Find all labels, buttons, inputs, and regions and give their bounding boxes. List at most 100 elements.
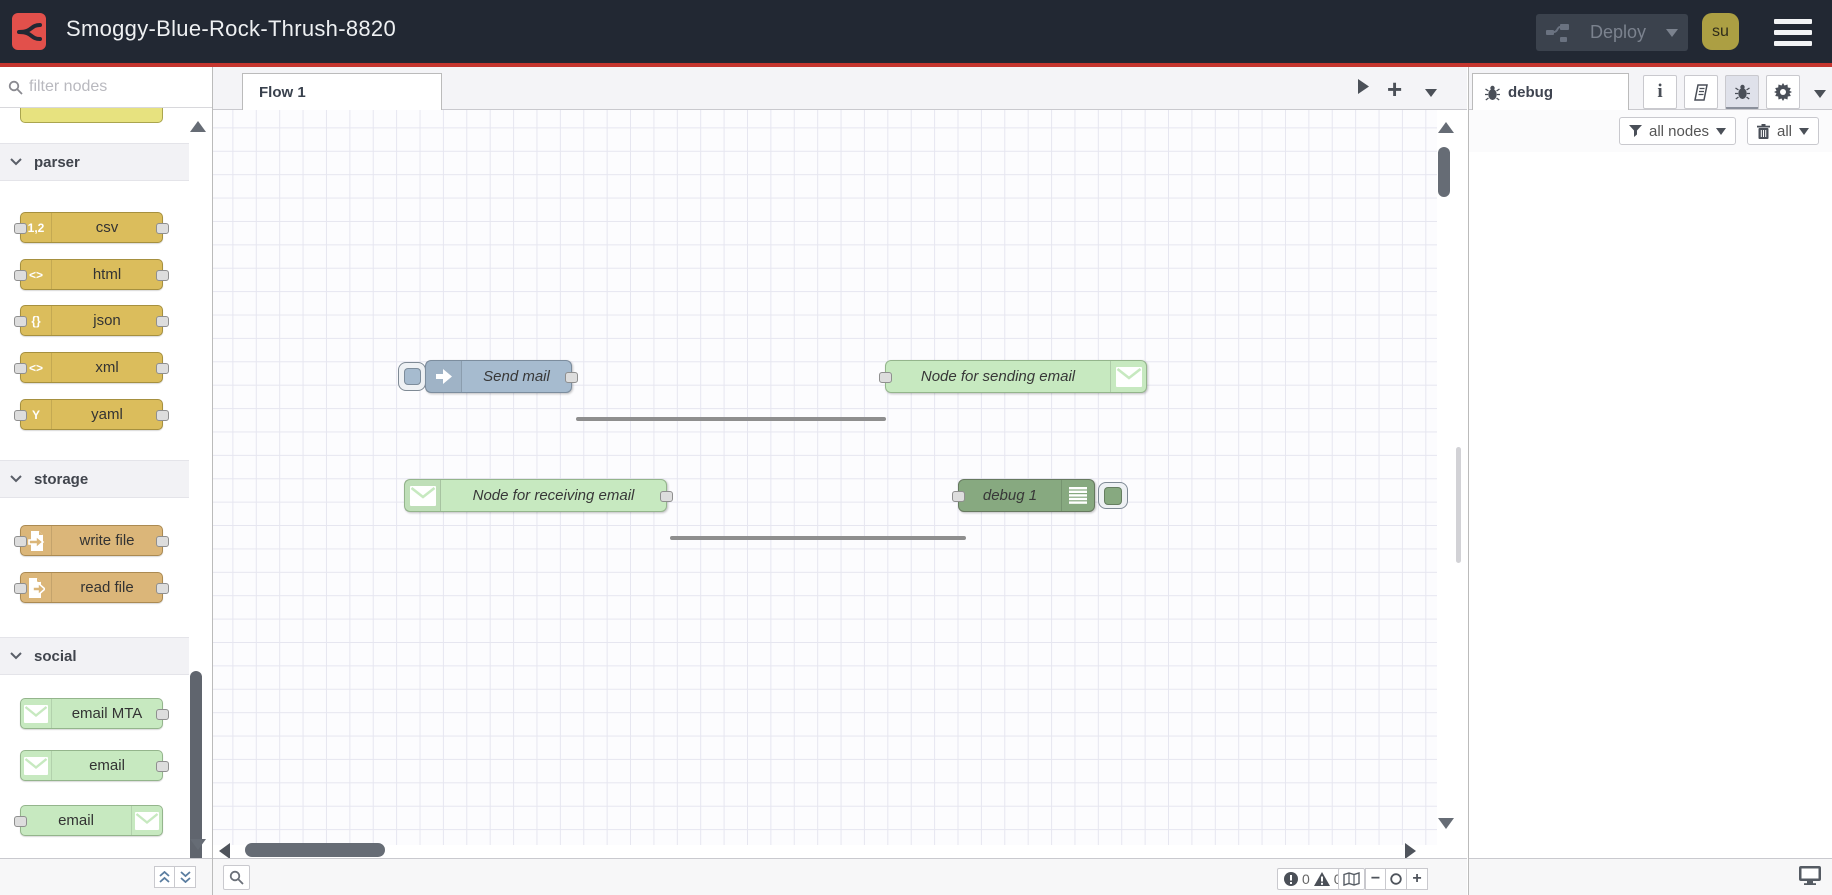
node-port[interactable]	[14, 816, 27, 827]
node-port[interactable]	[156, 536, 169, 547]
node-input-port[interactable]	[879, 372, 892, 383]
zoom-in-button[interactable]: +	[1407, 868, 1428, 890]
palette-node-read-file[interactable]: read file	[14, 572, 169, 603]
user-avatar[interactable]: su	[1702, 13, 1739, 50]
debug-messages-panel	[1469, 152, 1832, 858]
canvas-scroll-right-arrow[interactable]	[1405, 843, 1416, 859]
open-debug-window-button[interactable]	[1799, 866, 1821, 885]
gear-icon	[1774, 83, 1792, 101]
palette-scrollbar-thumb[interactable]	[190, 671, 202, 858]
palette-node-html[interactable]: <> html	[14, 259, 169, 290]
palette-filter-input[interactable]	[29, 78, 189, 96]
inject-trigger-button[interactable]	[398, 362, 426, 391]
bug-icon	[1734, 84, 1750, 100]
error-icon	[1284, 872, 1298, 886]
node-red-logo-icon	[12, 13, 46, 50]
palette-node-csv[interactable]: 1,2 csv	[14, 212, 169, 243]
node-output-port[interactable]	[565, 372, 578, 383]
palette-node-yaml[interactable]: Y yaml	[14, 399, 169, 430]
palette-node-write-file[interactable]: write file	[14, 525, 169, 556]
palette-node-email-mta[interactable]: email MTA	[20, 698, 169, 729]
palette-node-email-out[interactable]: email	[14, 805, 163, 836]
debug-filter-row: all nodes all	[1469, 110, 1832, 152]
zoom-out-button[interactable]: −	[1365, 868, 1386, 890]
node-palette: parser 1,2 csv <> html {} json	[0, 67, 213, 895]
node-port[interactable]	[14, 316, 27, 327]
node-port[interactable]	[156, 223, 169, 234]
flow-node-send-mail[interactable]: Send mail	[425, 360, 578, 393]
wire[interactable]	[670, 536, 966, 540]
node-port[interactable]	[156, 761, 169, 772]
tab-flow-1[interactable]: Flow 1	[242, 73, 442, 111]
node-output-port[interactable]	[660, 491, 673, 502]
chevron-down-icon	[10, 475, 22, 483]
debug-list-icon	[1061, 480, 1094, 511]
envelope-icon	[21, 699, 52, 728]
main-menu-button[interactable]	[1774, 19, 1814, 46]
debug-sidebar: debug i all nodes all	[1468, 67, 1832, 895]
add-flow-button[interactable]: +	[1387, 74, 1402, 105]
node-input-port[interactable]	[952, 491, 965, 502]
inject-arrow-icon	[426, 361, 462, 392]
palette-scroll-down-arrow[interactable]	[190, 839, 206, 850]
filter-funnel-icon	[1629, 125, 1642, 137]
tab-scroll-right-button[interactable]	[1357, 78, 1370, 95]
node-port[interactable]	[156, 583, 169, 594]
node-port[interactable]	[14, 410, 27, 421]
canvas-search-button[interactable]	[223, 865, 250, 890]
info-icon: i	[1657, 81, 1663, 102]
palette-category-parser[interactable]: parser	[0, 143, 189, 181]
palette-node-json[interactable]: {} json	[14, 305, 169, 336]
palette-search-box[interactable]	[0, 67, 212, 108]
info-tab-button[interactable]: i	[1643, 75, 1677, 109]
canvas-scroll-down-arrow[interactable]	[1438, 818, 1454, 829]
flow-grid[interactable]: Send mail Node for sending email Node fo…	[213, 110, 1437, 845]
wire[interactable]	[576, 417, 886, 421]
node-port[interactable]	[14, 270, 27, 281]
node-port[interactable]	[156, 316, 169, 327]
palette-node-partial[interactable]	[20, 108, 163, 123]
deploy-icon	[1546, 23, 1570, 43]
palette-node-email-in[interactable]: email	[20, 750, 169, 781]
expand-all-categories-button[interactable]	[175, 866, 196, 888]
sidebar-resize-handle[interactable]	[1456, 447, 1461, 563]
canvas-vertical-scrollbar-thumb[interactable]	[1438, 147, 1450, 197]
deploy-options-chevron-icon[interactable]	[1666, 28, 1678, 37]
node-port[interactable]	[14, 583, 27, 594]
flow-list-chevron-button[interactable]	[1425, 84, 1437, 102]
search-icon	[8, 80, 23, 95]
palette-scroll-up-arrow[interactable]	[190, 121, 206, 132]
collapse-all-categories-button[interactable]	[154, 866, 175, 888]
tab-debug[interactable]: debug	[1472, 73, 1629, 111]
node-port[interactable]	[156, 410, 169, 421]
canvas-scroll-left-arrow[interactable]	[219, 843, 230, 859]
zoom-reset-button[interactable]	[1386, 868, 1407, 890]
palette-footer	[0, 858, 212, 895]
navigator-map-button[interactable]	[1338, 868, 1365, 890]
flow-node-receiving-email[interactable]: Node for receiving email	[404, 479, 673, 512]
debug-filter-dropdown[interactable]: all nodes	[1619, 117, 1737, 145]
palette-category-social[interactable]: social	[0, 637, 189, 675]
node-port[interactable]	[156, 709, 169, 720]
help-tab-button[interactable]	[1684, 75, 1718, 109]
node-port[interactable]	[14, 536, 27, 547]
palette-node-xml[interactable]: <> xml	[14, 352, 169, 383]
node-port[interactable]	[156, 363, 169, 374]
node-port[interactable]	[14, 223, 27, 234]
chevron-down-icon	[10, 158, 22, 166]
debug-tab-button[interactable]	[1725, 75, 1759, 109]
sidebar-options-chevron[interactable]	[1814, 85, 1826, 103]
debug-clear-dropdown[interactable]: all	[1747, 117, 1820, 145]
palette-category-storage[interactable]: storage	[0, 460, 189, 498]
deploy-button[interactable]: Deploy	[1536, 14, 1688, 51]
flow-node-sending-email[interactable]: Node for sending email	[879, 360, 1147, 393]
node-port[interactable]	[14, 363, 27, 374]
node-port[interactable]	[156, 270, 169, 281]
envelope-icon	[405, 480, 441, 511]
canvas-scroll-up-arrow[interactable]	[1438, 122, 1454, 133]
flow-node-debug-1[interactable]: debug 1	[952, 479, 1095, 512]
config-nodes-tab-button[interactable]	[1766, 75, 1800, 109]
book-icon	[1693, 83, 1708, 101]
debug-toggle-button[interactable]	[1098, 482, 1128, 509]
canvas-horizontal-scrollbar-thumb[interactable]	[245, 843, 385, 857]
